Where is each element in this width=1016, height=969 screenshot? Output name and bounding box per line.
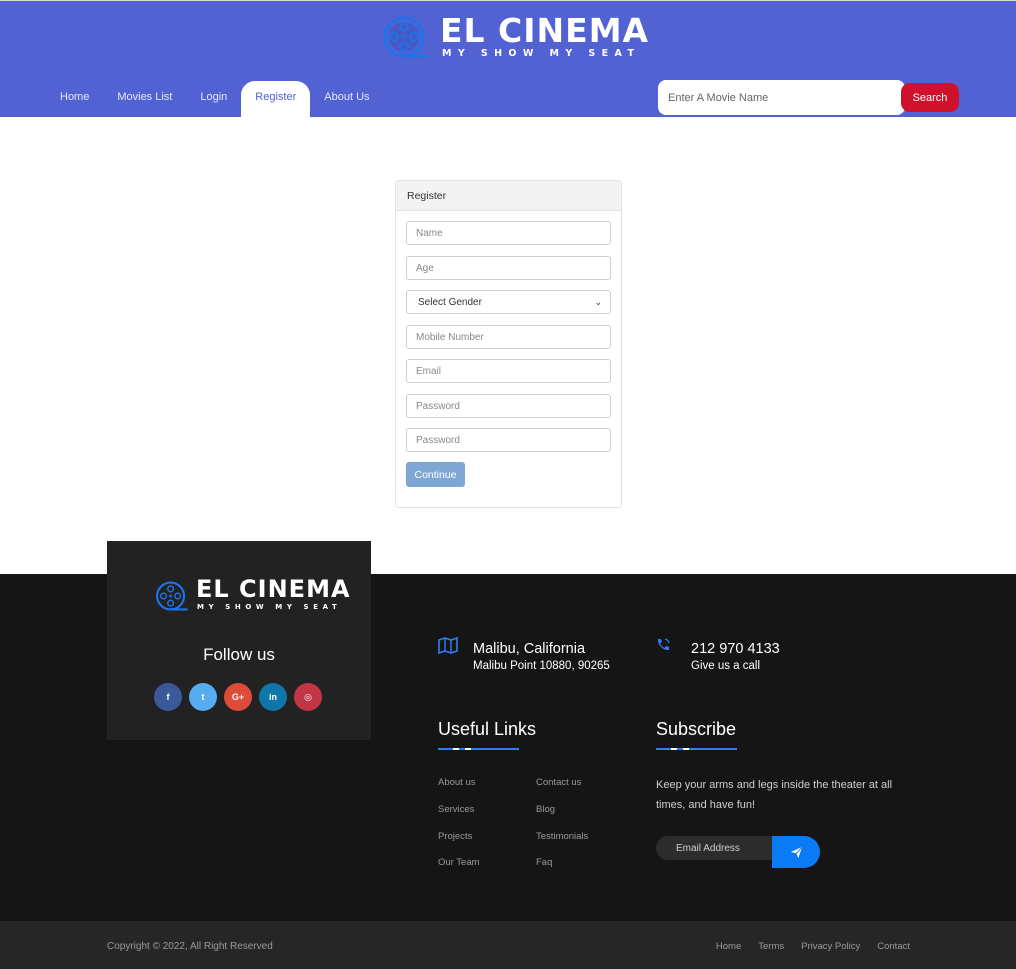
nav-home[interactable]: Home xyxy=(46,81,103,118)
subscribe-underline xyxy=(656,748,737,750)
film-reel-icon xyxy=(383,16,428,58)
link-projects[interactable]: Projects xyxy=(438,831,472,842)
nav-movies-list[interactable]: Movies List xyxy=(103,81,186,118)
bottom-link-terms[interactable]: Terms xyxy=(758,941,784,952)
phone-icon xyxy=(657,638,670,651)
nav-login[interactable]: Login xyxy=(186,81,241,118)
footer-logo[interactable]: EL CINEMA MY SHOW MY SEAT xyxy=(155,575,350,617)
nav-about-us[interactable]: About Us xyxy=(310,81,383,118)
bottom-links: Home Terms Privacy Policy Contact xyxy=(716,941,910,952)
phone-subtitle: Give us a call xyxy=(691,660,761,672)
link-faq[interactable]: Faq xyxy=(536,857,552,868)
gender-select-value: Select Gender xyxy=(418,296,482,308)
link-testimonials[interactable]: Testimonials xyxy=(536,831,588,842)
age-field[interactable] xyxy=(406,256,611,280)
link-about-us[interactable]: About us xyxy=(438,777,476,788)
site-logo[interactable]: EL CINEMA MY SHOW MY SEAT xyxy=(382,11,648,62)
mobile-field[interactable] xyxy=(406,325,611,349)
copyright-text: Copyright © 2022, All Right Reserved xyxy=(107,941,273,952)
subscribe-email-input[interactable] xyxy=(656,836,781,860)
footer-brand-box: EL CINEMA MY SHOW MY SEAT Follow us f t … xyxy=(107,541,371,740)
useful-links-underline xyxy=(438,748,519,750)
bottom-bar: Copyright © 2022, All Right Reserved Hom… xyxy=(0,921,1016,969)
link-our-team[interactable]: Our Team xyxy=(438,857,480,868)
footer-logo-title: EL CINEMA xyxy=(196,575,351,603)
google-plus-icon[interactable]: G+ xyxy=(224,683,252,711)
follow-us-heading: Follow us xyxy=(203,645,275,664)
twitter-icon[interactable]: t xyxy=(189,683,217,711)
search-button[interactable]: Search xyxy=(901,83,959,112)
email-field[interactable] xyxy=(406,359,611,383)
film-reel-icon xyxy=(156,581,188,611)
subscribe-send-button[interactable] xyxy=(772,836,820,868)
paper-plane-icon xyxy=(790,846,802,858)
main-nav: Home Movies List Login Register About Us xyxy=(46,81,384,118)
site-header: EL CINEMA MY SHOW MY SEAT Home Movies Li… xyxy=(0,0,1016,118)
link-services[interactable]: Services xyxy=(438,804,474,815)
logo-tagline: MY SHOW MY SEAT xyxy=(442,48,641,59)
phone-number: 212 970 4133 xyxy=(691,641,780,657)
facebook-icon[interactable]: f xyxy=(154,683,182,711)
link-contact-us[interactable]: Contact us xyxy=(536,777,581,788)
instagram-icon[interactable]: ◎ xyxy=(294,683,322,711)
bottom-link-privacy-policy[interactable]: Privacy Policy xyxy=(801,941,860,952)
password-field[interactable] xyxy=(406,394,611,418)
address-title: Malibu, California xyxy=(473,641,586,657)
footer-logo-tagline: MY SHOW MY SEAT xyxy=(197,603,342,611)
name-field[interactable] xyxy=(406,221,611,245)
link-blog[interactable]: Blog xyxy=(536,804,555,815)
map-icon xyxy=(438,637,458,654)
useful-links-heading: Useful Links xyxy=(438,719,537,739)
register-title: Register xyxy=(396,181,621,211)
address-subtitle: Malibu Point 10880, 90265 xyxy=(473,660,610,672)
register-card: Register Select Gender ⌄ Continue xyxy=(395,180,622,508)
gender-select[interactable]: Select Gender ⌄ xyxy=(406,290,611,314)
social-links: f t G+ in ◎ xyxy=(154,683,322,711)
subscribe-heading: Subscribe xyxy=(656,719,737,739)
confirm-password-field[interactable] xyxy=(406,428,611,452)
logo-title: EL CINEMA xyxy=(440,11,650,50)
bottom-link-contact[interactable]: Contact xyxy=(877,941,910,952)
subscribe-text: Keep your arms and legs inside the theat… xyxy=(656,779,893,811)
movie-search-input[interactable] xyxy=(658,80,905,115)
bottom-link-home[interactable]: Home xyxy=(716,941,741,952)
continue-button[interactable]: Continue xyxy=(406,462,465,487)
chevron-down-icon: ⌄ xyxy=(594,296,602,307)
nav-register[interactable]: Register xyxy=(241,81,311,118)
linkedin-icon[interactable]: in xyxy=(259,683,287,711)
